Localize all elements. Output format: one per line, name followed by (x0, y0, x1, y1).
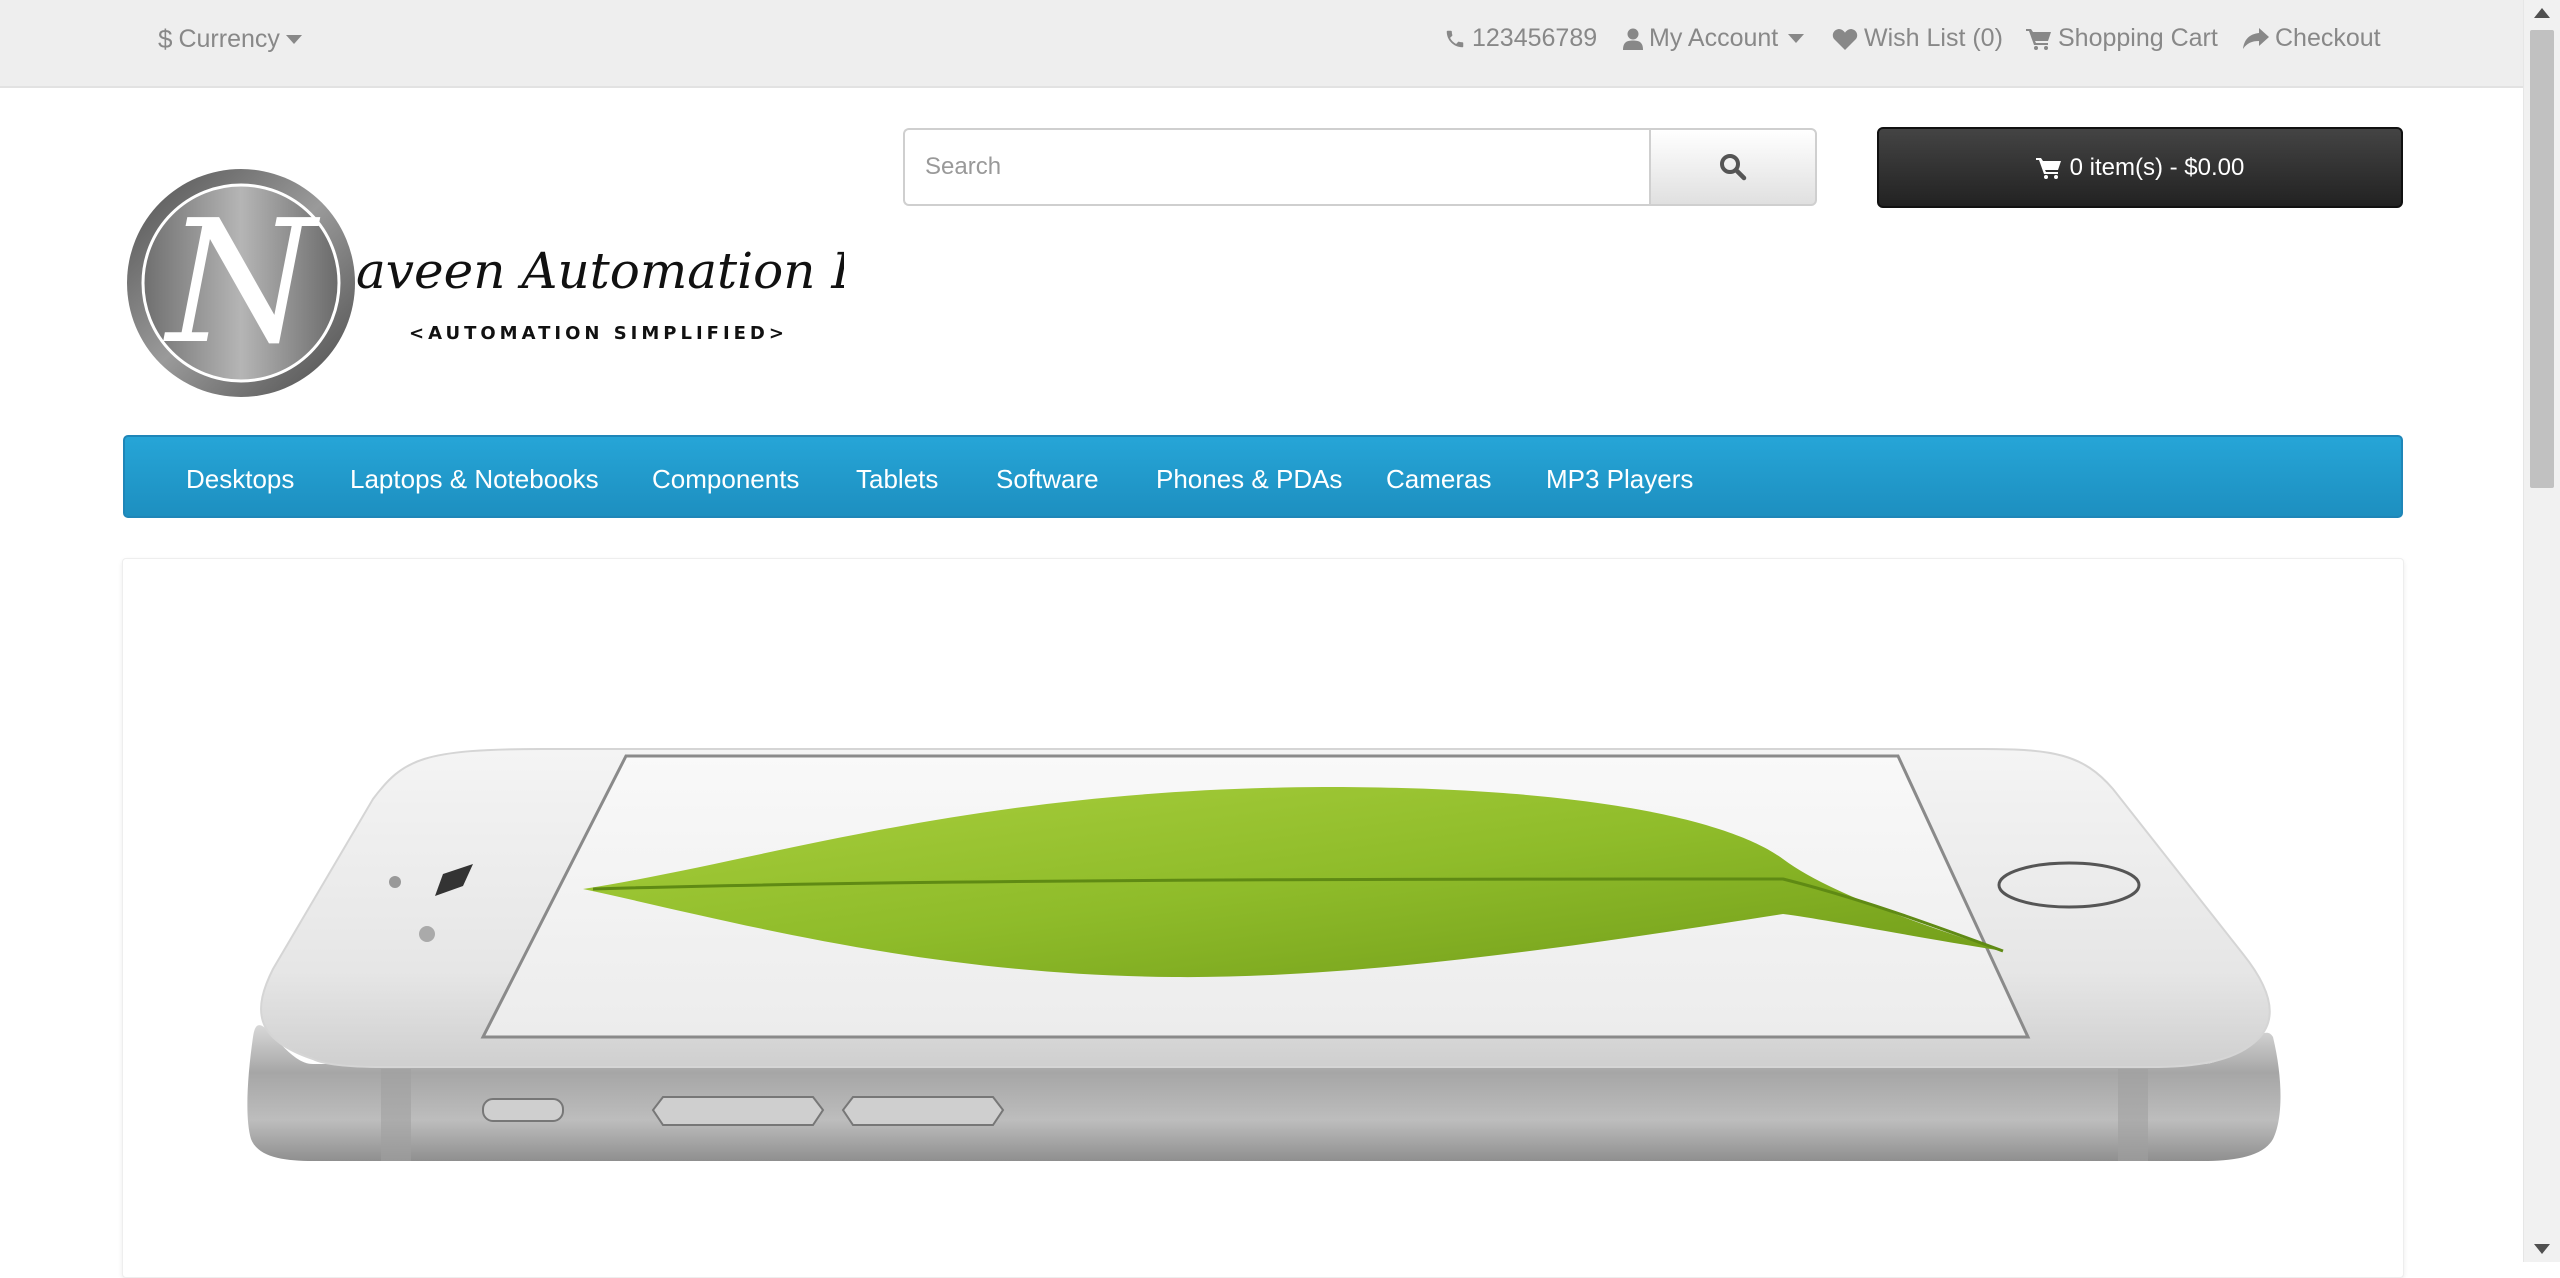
phone-icon (1446, 30, 1464, 47)
cart-icon (2026, 28, 2051, 50)
cart-total-button[interactable]: 0 item(s) - $0.00 (1877, 127, 2403, 208)
user-icon (1623, 28, 1643, 50)
wish-list-link[interactable]: Wish List (0) (1832, 24, 2003, 53)
checkout-link[interactable]: Checkout (2243, 24, 2381, 53)
vertical-scrollbar[interactable] (2523, 0, 2560, 1262)
heart-icon (1832, 28, 1858, 50)
menu-item-mp3-players[interactable]: MP3 Players (1546, 464, 1693, 495)
phone-number: 123456789 (1472, 24, 1598, 52)
svg-text:<AUTOMATION SIMPLIFIED>: <AUTOMATION SIMPLIFIED> (409, 323, 788, 344)
cart-icon (2035, 157, 2061, 179)
menu-item-desktops[interactable]: Desktops (186, 464, 294, 495)
scroll-up-arrow-icon[interactable] (2534, 8, 2550, 18)
menu-item-cameras[interactable]: Cameras (1386, 464, 1491, 495)
currency-dropdown[interactable]: $ Currency (158, 24, 302, 55)
my-account-dropdown[interactable]: My Account (1623, 24, 1805, 53)
cart-total-label: 0 item(s) - $0.00 (2069, 153, 2245, 181)
search-button[interactable] (1649, 128, 1817, 206)
wish-list-label: Wish List (0) (1864, 24, 2003, 52)
naveen-automation-labs-logo: N aveen Automation Labs <AUTOMATION SIMP… (127, 169, 952, 397)
checkout-label: Checkout (2275, 24, 2381, 52)
menu-item-components[interactable]: Components (652, 464, 799, 495)
menu-item-software[interactable]: Software (996, 464, 1099, 495)
caret-down-icon (285, 34, 302, 44)
home-slideshow[interactable] (122, 558, 2404, 1278)
shopping-cart-link[interactable]: Shopping Cart (2026, 24, 2218, 53)
main-menu: Desktops Laptops & Notebooks Components … (123, 435, 2403, 518)
scroll-down-arrow-icon[interactable] (2534, 1244, 2550, 1254)
my-account-label: My Account (1649, 24, 1779, 52)
caret-down-icon (1788, 33, 1805, 43)
menu-item-laptops-notebooks[interactable]: Laptops & Notebooks (350, 464, 599, 495)
search-icon (1720, 154, 1747, 181)
menu-item-tablets[interactable]: Tablets (856, 464, 938, 495)
top-bar: $ Currency 123456789 My Account Wish Lis… (0, 0, 2524, 88)
dollar-icon: $ (158, 24, 173, 54)
iphone-banner-image (247, 748, 2281, 1161)
share-icon (2243, 27, 2269, 49)
menu-item-phones-pdas[interactable]: Phones & PDAs (1156, 464, 1342, 495)
shopping-cart-label: Shopping Cart (2058, 24, 2218, 52)
svg-text:aveen Automation Labs: aveen Automation Labs (356, 242, 844, 300)
store-logo[interactable]: N aveen Automation Labs <AUTOMATION SIMP… (124, 166, 952, 400)
phone-link[interactable]: 123456789 (1444, 24, 1597, 53)
scrollbar-thumb[interactable] (2530, 30, 2554, 488)
currency-label: Currency (178, 25, 280, 53)
svg-text:N: N (163, 184, 321, 382)
search-input[interactable] (903, 128, 1649, 206)
